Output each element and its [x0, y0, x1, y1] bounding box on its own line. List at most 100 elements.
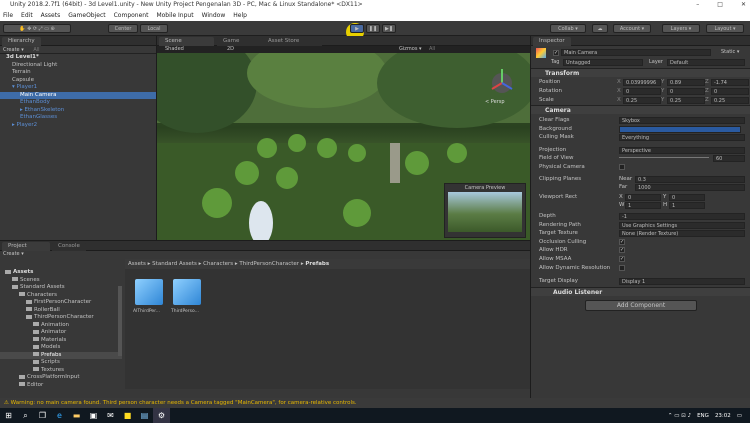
position-x-field[interactable]: 0.03999996: [623, 78, 661, 86]
vx-field[interactable]: 0: [625, 193, 661, 201]
create-button[interactable]: Create ▾: [3, 47, 24, 53]
hierarchy-item[interactable]: Main Camera: [0, 91, 156, 99]
vy-field[interactable]: 0: [669, 193, 705, 201]
prefab-icon[interactable]: [135, 279, 163, 305]
clear-flags-dropdown[interactable]: Skybox: [619, 116, 745, 124]
2d-toggle[interactable]: 2D: [227, 46, 234, 53]
account-button[interactable]: Account ▾: [613, 24, 651, 33]
collab-button[interactable]: Collab ▾: [550, 24, 586, 33]
vw-field[interactable]: 1: [625, 201, 661, 209]
folder-item[interactable]: Models: [0, 344, 122, 352]
add-component-button[interactable]: Add Component: [585, 300, 697, 311]
rendering-dropdown[interactable]: Use Graphics Settings: [619, 221, 745, 229]
play-button[interactable]: ▶: [350, 24, 364, 33]
far-field[interactable]: 1000: [635, 183, 745, 191]
tab-inspector[interactable]: Inspector: [533, 37, 571, 46]
tab-asset-store[interactable]: Asset Store: [262, 37, 322, 46]
hierarchy-item[interactable]: ▾ Player1: [0, 84, 156, 92]
folder-item[interactable]: FirstPersonCharacter: [0, 299, 122, 307]
create-asset-button[interactable]: Create ▾: [0, 251, 530, 258]
folder-item[interactable]: Prefabs: [0, 351, 122, 359]
search-icon[interactable]: ⌕: [17, 408, 34, 423]
hierarchy-item[interactable]: EthanBody: [0, 99, 156, 107]
folder-item[interactable]: Editor: [0, 382, 122, 390]
folder-item[interactable]: Scripts: [0, 359, 122, 367]
layers-button[interactable]: Layers ▾: [662, 24, 700, 33]
background-color-field[interactable]: [619, 125, 741, 133]
tab-scene[interactable]: Scene: [159, 37, 214, 46]
camera-header[interactable]: Camera: [531, 105, 750, 114]
static-toggle[interactable]: Static ▾: [721, 49, 739, 55]
tree-scrollbar[interactable]: [118, 286, 122, 356]
sticky-notes-icon[interactable]: ■: [119, 408, 136, 423]
transform-header[interactable]: Transform: [531, 68, 750, 77]
prefab-icon[interactable]: [173, 279, 201, 305]
breadcrumb-item[interactable]: Standard Assets: [152, 261, 197, 267]
near-field[interactable]: 0.3: [635, 175, 745, 183]
file-explorer-icon[interactable]: ▬: [68, 408, 85, 423]
folder-item[interactable]: ThirdPersonCharacter: [0, 314, 122, 322]
scene-search[interactable]: All: [429, 46, 435, 53]
app-icon[interactable]: ▤: [136, 408, 153, 423]
tag-dropdown[interactable]: Untagged: [563, 59, 643, 66]
folder-item[interactable]: Animator: [0, 329, 122, 337]
store-icon[interactable]: ▣: [85, 408, 102, 423]
rotation-y-field[interactable]: 0: [667, 87, 705, 95]
persp-label[interactable]: < Persp: [485, 99, 505, 105]
menu-assets[interactable]: Assets: [41, 10, 61, 21]
shading-dropdown[interactable]: Shaded: [165, 46, 184, 52]
unity-icon[interactable]: ⚙: [153, 408, 170, 423]
pause-button[interactable]: ❚❚: [366, 24, 380, 33]
close-button[interactable]: ✕: [741, 0, 746, 10]
target-tex-field[interactable]: None (Render Texture): [619, 229, 745, 237]
msaa-checkbox[interactable]: ✓: [619, 256, 625, 262]
folder-item[interactable]: Characters: [0, 292, 122, 300]
hdr-checkbox[interactable]: ✓: [619, 247, 625, 253]
scale-x-field[interactable]: 0.25: [623, 96, 661, 104]
menu-file[interactable]: File: [3, 10, 13, 21]
projection-dropdown[interactable]: Perspective: [619, 146, 745, 154]
transform-tools[interactable]: ✋ ✥ ⟳ ⤢ ▭ ⊕: [3, 24, 71, 33]
language-indicator[interactable]: ENG: [697, 413, 709, 419]
gizmos-dropdown[interactable]: Gizmos ▾: [399, 46, 422, 53]
maximize-button[interactable]: □: [717, 0, 723, 10]
notifications-icon[interactable]: ▭: [737, 413, 742, 419]
fov-field[interactable]: 60: [713, 154, 745, 162]
rotation-z-field[interactable]: 0: [711, 87, 749, 95]
hierarchy-search[interactable]: All: [33, 47, 39, 53]
scene-root[interactable]: 3d Level1*: [0, 54, 156, 62]
scale-y-field[interactable]: 0.25: [667, 96, 705, 104]
hierarchy-item[interactable]: Terrain: [0, 69, 156, 77]
scale-z-field[interactable]: 0.25: [711, 96, 749, 104]
hierarchy-item[interactable]: EthanGlasses: [0, 114, 156, 122]
breadcrumb-item[interactable]: Prefabs: [305, 261, 329, 267]
folder-item[interactable]: CrossPlatformInput: [0, 374, 122, 382]
vh-field[interactable]: 1: [669, 201, 705, 209]
dynres-checkbox[interactable]: [619, 265, 625, 271]
asset-item[interactable]: AIThirdPer...: [133, 309, 160, 314]
position-z-field[interactable]: -1.74: [711, 78, 749, 86]
folder-item[interactable]: Animation: [0, 322, 122, 330]
position-y-field[interactable]: 0.89: [667, 78, 705, 86]
rotation-x-field[interactable]: 0: [623, 87, 661, 95]
folder-item[interactable]: Standard Assets: [0, 284, 122, 292]
physical-checkbox[interactable]: [619, 164, 625, 170]
culling-dropdown[interactable]: Everything: [619, 133, 745, 141]
step-button[interactable]: ▶❚: [382, 24, 396, 33]
menu-gameobject[interactable]: GameObject: [68, 10, 105, 21]
breadcrumb-item[interactable]: ThirdPersonCharacter: [239, 261, 299, 267]
menu-component[interactable]: Component: [114, 10, 149, 21]
folder-item[interactable]: Assets: [0, 269, 122, 277]
hierarchy-item[interactable]: Capsule: [0, 77, 156, 85]
tab-console[interactable]: Console: [52, 242, 86, 251]
depth-field[interactable]: -1: [619, 212, 745, 220]
minimize-button[interactable]: –: [696, 0, 699, 10]
hierarchy-item[interactable]: Directional Light: [0, 62, 156, 70]
breadcrumb-item[interactable]: Characters: [203, 261, 233, 267]
folder-item[interactable]: RollerBall: [0, 307, 122, 315]
hierarchy-item[interactable]: ▸ Player2: [0, 122, 156, 130]
cloud-button[interactable]: ☁: [592, 24, 608, 33]
edge-icon[interactable]: e: [51, 408, 68, 423]
pivot-center-button[interactable]: Center: [108, 24, 138, 33]
display-dropdown[interactable]: Display 1: [619, 277, 745, 285]
